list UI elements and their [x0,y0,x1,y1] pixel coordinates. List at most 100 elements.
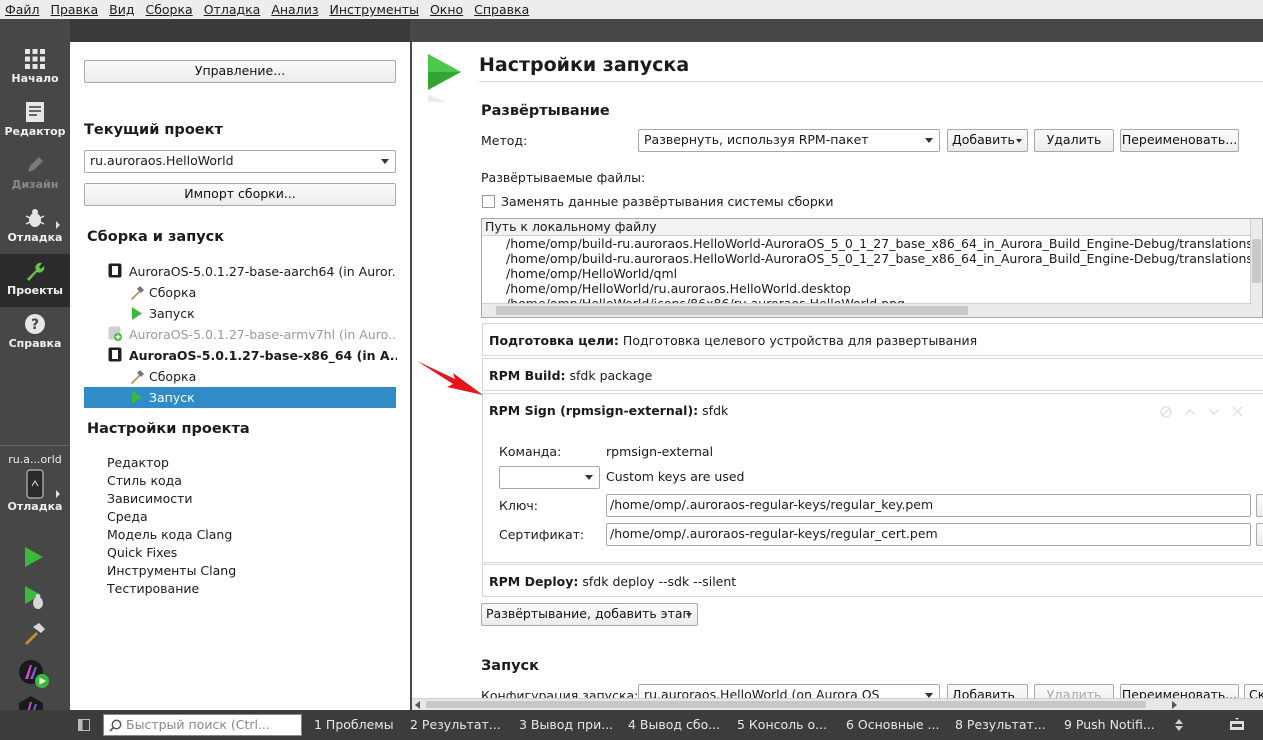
chevron-down-icon [585,475,593,480]
chevron-down-icon [925,138,933,143]
pane-compile-output[interactable]: 4 Вывод сбо... [628,710,720,740]
step-rpm-deploy[interactable]: RPM Deploy: sfdk deploy --sdk --silent [482,564,1263,597]
menu-tools[interactable]: Инструменты [324,0,424,19]
step-rpm-build[interactable]: RPM Build: sfdk package [482,358,1263,391]
kit-aarch64[interactable]: AuroraOS-5.0.1.27-base-aarch64 (in Auror… [129,264,397,279]
key-browse-button[interactable] [1256,494,1263,517]
file-row[interactable]: /home/omp/HelloWorld/ru.auroraos.HelloWo… [482,281,1262,296]
add-deploy-step-button[interactable]: Развёртывание, добавить этап [481,603,698,626]
progress-toggle-icon[interactable] [1229,717,1245,733]
method-combo[interactable]: Развернуть, используя RPM-пакет [638,129,940,152]
menu-debug[interactable]: Отладка [199,0,267,19]
mode-projects-label: Проекты [7,284,63,297]
files-column-header[interactable]: Путь к локальному файлу [482,219,1262,236]
top-strip [0,19,1263,42]
mode-projects[interactable]: Проекты [0,254,70,307]
remove-step-icon[interactable] [1232,406,1243,417]
run-config-label: Конфигурация запуска: [481,688,639,698]
settings-editor[interactable]: Редактор [107,455,169,470]
kit-x86-64[interactable]: AuroraOS-5.0.1.27-base-x86_64 (in A... [129,348,397,363]
settings-quick-fixes[interactable]: Quick Fixes [107,545,177,560]
step-rpm-sign[interactable]: RPM Sign (rpmsign-external): sfdk Команд… [482,393,1263,563]
cert-label: Сертификат: [499,527,585,542]
menu-help[interactable]: Справка [469,0,535,19]
deploy-rename-button[interactable]: Переименовать... [1120,129,1239,152]
toggle-sidebar-icon[interactable] [78,719,90,731]
hammer-icon [131,370,144,384]
run-config-combo[interactable]: ru.auroraos.HelloWorld (on Aurora OS эму… [638,684,940,698]
debug-run-icon[interactable] [22,584,46,610]
override-deploy-checkbox[interactable] [482,195,495,208]
kit-x86-64-run-selected[interactable]: Запуск [84,387,396,408]
cert-path-input[interactable]: /home/omp/.auroraos-regular-keys/regular… [606,523,1251,546]
mode-help[interactable]: ? Справка [0,307,70,360]
settings-dependencies[interactable]: Зависимости [107,491,193,506]
pane-general-messages[interactable]: 6 Основные ... [846,710,939,740]
project-panel: Управление... Текущий проект ru.auroraos… [70,42,410,710]
run-rename-button[interactable]: Переименовать... [1120,684,1239,698]
import-build-button[interactable]: Импорт сборки... [84,183,396,206]
kit-aarch64-run[interactable]: Запуск [149,306,195,321]
hammer-icon[interactable] [22,622,46,646]
mode-debug[interactable]: Отладка [0,201,70,254]
pane-app-output[interactable]: 3 Вывод при... [519,710,613,740]
key-path-input[interactable]: /home/omp/.auroraos-regular-keys/regular… [606,494,1251,517]
move-up-icon[interactable] [1184,407,1196,417]
kit-x86-64-build[interactable]: Сборка [149,369,196,384]
settings-testing[interactable]: Тестирование [107,581,199,596]
move-down-icon[interactable] [1208,407,1220,417]
page-hscrollbar[interactable] [412,698,1263,710]
mode-start[interactable]: Начало [0,42,70,95]
settings-environment[interactable]: Среда [107,509,148,524]
more-panes-icon[interactable] [1175,719,1183,731]
device-kit-icon [108,263,122,278]
file-row[interactable]: /home/omp/build-ru.auroraos.HelloWorld-A… [482,236,1262,251]
cert-browse-button[interactable] [1256,523,1263,546]
pane-search-results[interactable]: 2 Результат... [410,710,501,740]
disable-step-icon[interactable] [1160,406,1172,418]
settings-clang-code-model[interactable]: Модель кода Clang [107,527,232,542]
step-sign-title: RPM Sign (rpmsign-external): [489,403,699,418]
file-row[interactable]: /home/omp/build-ru.auroraos.HelloWorld-A… [482,251,1262,266]
run-icon[interactable] [22,545,46,569]
manage-button[interactable]: Управление... [84,60,396,83]
pane-debug-console[interactable]: 5 Консоль о... [737,710,827,740]
settings-code-style[interactable]: Стиль кода [107,473,182,488]
step-prepare-target[interactable]: Подготовка цели: Подготовка целевого уст… [482,323,1263,356]
file-row[interactable]: /home/omp/HelloWorld/qml [482,266,1262,281]
pane-test-results[interactable]: 8 Результат... [955,710,1046,740]
deploy-remove-button[interactable]: Удалить [1034,129,1114,152]
run-settings-page: Настройки запуска Развёртывание Метод: Р… [412,42,1263,698]
step-build-title: RPM Build: [489,368,566,383]
wrench-icon [27,262,45,281]
quick-search-input[interactable]: Быстрый поиск (Ctrl... [103,714,302,736]
menu-analyze[interactable]: Анализ [266,0,324,19]
pane-problems[interactable]: 1 Проблемы [314,710,394,740]
settings-clang-tools[interactable]: Инструменты Clang [107,563,236,578]
mode-design[interactable]: Дизайн [0,148,70,201]
run-heading: Запуск [481,658,539,674]
menu-window[interactable]: Окно [425,0,469,19]
mode-editor[interactable]: Редактор [0,95,70,148]
scroll-left-icon[interactable] [415,701,421,709]
menu-view[interactable]: Вид [104,0,140,19]
run-clone-button[interactable]: Ск [1244,684,1263,698]
keys-combo[interactable] [499,466,600,489]
pane-push-notifications[interactable]: 9 Push Notifi... [1064,710,1155,740]
run-config-value: ru.auroraos.HelloWorld (on Aurora OS эму… [644,687,880,698]
files-hscrollbar[interactable] [482,303,1252,317]
menu-file[interactable]: Файл [0,0,46,19]
analyzer-run-icon[interactable] [18,659,50,689]
deployed-files-table[interactable]: Путь к локальному файлу /home/omp/build-… [481,218,1263,318]
menu-edit[interactable]: Правка [46,0,105,19]
run-add-button[interactable]: Добавить [947,684,1028,698]
target-selector[interactable]: ru.a...orld Отладка [0,450,70,520]
menu-build[interactable]: Сборка [140,0,198,19]
grid-icon [25,49,45,69]
scroll-right-icon[interactable] [1172,701,1178,709]
run-remove-button[interactable]: Удалить [1034,684,1114,698]
kit-armv7hl[interactable]: AuroraOS-5.0.1.27-base-armv7hl (in Auro.… [129,327,397,342]
current-project-combo[interactable]: ru.auroraos.HelloWorld [84,150,396,173]
deploy-add-button[interactable]: Добавить [947,129,1028,152]
kit-aarch64-build[interactable]: Сборка [149,285,196,300]
